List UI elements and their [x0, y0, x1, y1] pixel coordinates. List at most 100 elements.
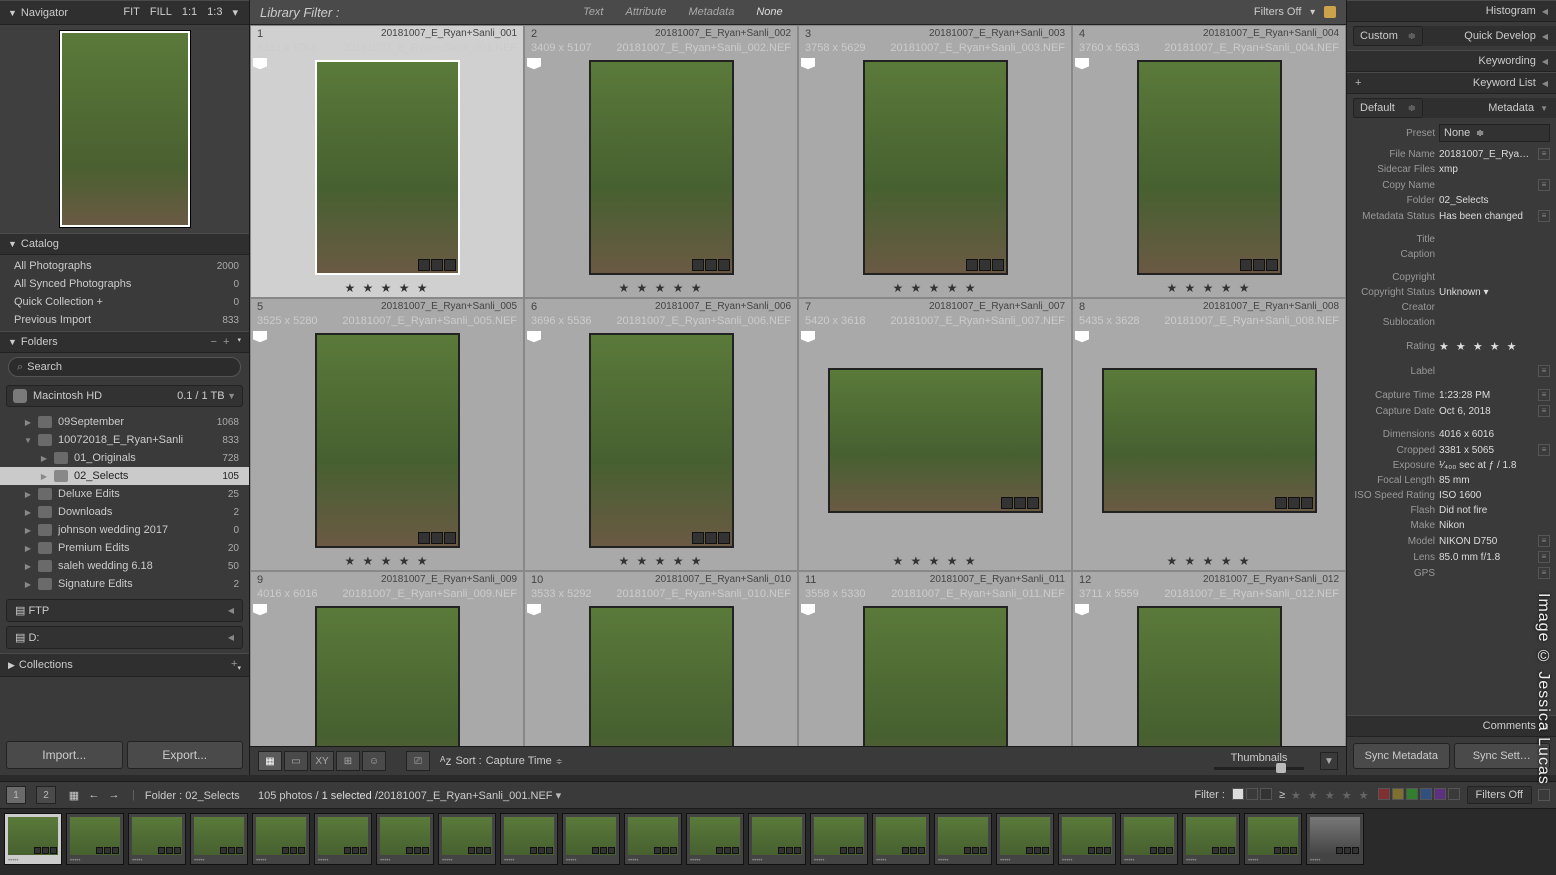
filmstrip-thumb[interactable]: ••••• [314, 813, 372, 865]
folder-item[interactable]: ▼10072018_E_Ryan+Sanli833 [0, 431, 249, 449]
folder-item[interactable]: ▶01_Originals728 [0, 449, 249, 467]
grid-cell[interactable]: 520181007_E_Ryan+Sanli_0053525 x 5280201… [250, 298, 524, 571]
folder-search[interactable]: Search [8, 357, 241, 377]
thumbnail-image[interactable] [863, 60, 1008, 275]
navigator-header[interactable]: ▼Navigator FITFILL1:11:3▾ [0, 0, 249, 25]
metadata-value[interactable]: 1:23:28 PM [1439, 390, 1534, 401]
goto-icon[interactable]: ≡ [1538, 179, 1550, 191]
view-mode-buttons[interactable]: ▦ ▭ XY ⊞ ☺ [258, 751, 386, 771]
flag-filter-icons[interactable] [1231, 788, 1273, 803]
thumbnail-image[interactable] [1137, 606, 1282, 746]
thumbnail-image[interactable] [863, 606, 1008, 746]
filmstrip-thumb[interactable]: ••••• [1306, 813, 1364, 865]
folder-item[interactable]: ▶Deluxe Edits25 [0, 485, 249, 503]
thumbnail-image[interactable] [315, 60, 460, 275]
filmstrip-thumb[interactable]: ••••• [1120, 813, 1178, 865]
rating-stars[interactable]: ★ ★ ★ ★ ★ [251, 279, 523, 297]
export-button[interactable]: Export... [127, 741, 244, 769]
metadata-value[interactable]: Did not fire [1439, 505, 1550, 516]
secondary-nav-icons[interactable]: ▦←→ [66, 789, 122, 802]
histogram-header[interactable]: Histogram [1347, 0, 1556, 22]
drive-row[interactable]: ▤ D: [6, 626, 243, 649]
grid-cell[interactable]: 420181007_E_Ryan+Sanli_0043760 x 5633201… [1072, 25, 1346, 298]
filmstrip-thumb[interactable]: ••••• [190, 813, 248, 865]
rating-compare-icon[interactable]: ≥ [1279, 789, 1285, 801]
navigator-preview[interactable] [0, 25, 249, 233]
thumbnail-image[interactable] [589, 60, 734, 275]
drive-row[interactable]: ▤ FTP [6, 599, 243, 622]
filmstrip-thumb[interactable]: ••••• [438, 813, 496, 865]
grid-cell[interactable]: 220181007_E_Ryan+Sanli_0023409 x 5107201… [524, 25, 798, 298]
rating-stars[interactable]: ★ ★ ★ ★ ★ [799, 279, 1071, 297]
metadata-value[interactable]: Has been changed [1439, 211, 1534, 222]
filmstrip-thumb[interactable]: ••••• [624, 813, 682, 865]
metadata-preset-dropdown[interactable]: Default [1353, 98, 1423, 118]
metadata-value[interactable]: 02_Selects [1439, 195, 1550, 206]
filmstrip-thumb[interactable]: ••••• [810, 813, 868, 865]
grid-cell[interactable]: 920181007_E_Ryan+Sanli_0094016 x 6016201… [250, 571, 524, 746]
thumbnail-image[interactable] [1102, 368, 1317, 513]
metadata-value[interactable]: ISO 1600 [1439, 490, 1550, 501]
thumbnail-image[interactable] [315, 333, 460, 548]
metadata-value[interactable]: 4016 x 6016 [1439, 429, 1550, 440]
survey-view-icon[interactable]: ⊞ [336, 751, 360, 771]
goto-icon[interactable]: ≡ [1538, 389, 1550, 401]
filters-off-label[interactable]: Filters Off [1254, 6, 1301, 18]
folder-item[interactable]: ▶Premium Edits20 [0, 539, 249, 557]
filmstrip-thumb[interactable]: ••••• [4, 813, 62, 865]
rating-stars[interactable]: ★ ★ ★ ★ ★ [251, 552, 523, 570]
catalog-header[interactable]: ▼Catalog [0, 233, 249, 255]
filter-text[interactable]: Text [577, 4, 609, 20]
filmstrip-thumb[interactable]: ••••• [562, 813, 620, 865]
filter-metadata[interactable]: Metadata [682, 4, 740, 20]
filmstrip-thumb[interactable]: ••••• [686, 813, 744, 865]
sort-value[interactable]: Capture Time [486, 755, 552, 767]
thumbnail-size[interactable]: Thumbnails [1214, 752, 1304, 770]
metadata-value[interactable]: 3381 x 5065 [1439, 445, 1534, 456]
filter-none[interactable]: None [750, 4, 788, 20]
color-filter-icons[interactable] [1377, 788, 1461, 803]
catalog-item[interactable]: Previous Import833 [0, 311, 249, 329]
toolbar-menu-icon[interactable]: ▼ [1320, 752, 1338, 770]
thumbnail-image[interactable] [1137, 60, 1282, 275]
grid-cell[interactable]: 820181007_E_Ryan+Sanli_0085435 x 3628201… [1072, 298, 1346, 571]
filmstrip-thumb[interactable]: ••••• [996, 813, 1054, 865]
goto-icon[interactable]: ≡ [1538, 148, 1550, 160]
rating-stars[interactable]: ★ ★ ★ ★ ★ [1073, 552, 1345, 570]
metadata-header[interactable]: Metadata [1423, 98, 1556, 118]
window-2-icon[interactable]: 2 [36, 786, 56, 804]
flag-icon[interactable] [527, 58, 541, 72]
people-view-icon[interactable]: ☺ [362, 751, 386, 771]
goto-icon[interactable]: ≡ [1538, 210, 1550, 222]
goto-icon[interactable]: ≡ [1538, 365, 1550, 377]
keywording-header[interactable]: Keywording [1347, 50, 1556, 72]
filmstrip-thumb[interactable]: ••••• [1244, 813, 1302, 865]
flag-icon[interactable] [527, 604, 541, 618]
folder-item[interactable]: ▶09September1068 [0, 413, 249, 431]
sync-metadata-button[interactable]: Sync Metadata [1353, 743, 1450, 769]
goto-icon[interactable]: ≡ [1538, 405, 1550, 417]
thumbnail-image[interactable] [589, 606, 734, 746]
goto-icon[interactable]: ≡ [1538, 567, 1550, 579]
flag-icon[interactable] [801, 58, 815, 72]
lock-icon[interactable] [1324, 6, 1336, 18]
metadata-value[interactable]: Nikon [1439, 520, 1550, 531]
grid-view-icon[interactable]: ▦ [258, 751, 282, 771]
import-button[interactable]: Import... [6, 741, 123, 769]
filmstrip-thumb[interactable]: ••••• [252, 813, 310, 865]
flag-icon[interactable] [801, 331, 815, 345]
filmstrip-thumb[interactable]: ••••• [128, 813, 186, 865]
flag-icon[interactable] [527, 331, 541, 345]
rating-filter[interactable]: ★ ★ ★ ★ ★ [1291, 789, 1371, 802]
thumbnail-image[interactable] [828, 368, 1043, 513]
goto-icon[interactable]: ≡ [1538, 535, 1550, 547]
flag-icon[interactable] [253, 331, 267, 345]
metadata-value[interactable]: ★ ★ ★ ★ ★ [1439, 340, 1550, 353]
filmstrip-thumb[interactable]: ••••• [500, 813, 558, 865]
thumbnail-slider[interactable] [1214, 767, 1304, 770]
catalog-item[interactable]: All Photographs2000 [0, 257, 249, 275]
metadata-value[interactable]: 20181007_E_Ryan+Sanli_001.NEF [1439, 149, 1534, 160]
filmstrip-thumb[interactable]: ••••• [376, 813, 434, 865]
thumbnail-grid[interactable]: 120181007_E_Ryan+Sanli_0013381 x 5065201… [250, 25, 1346, 746]
filmstrip-thumb[interactable]: ••••• [1182, 813, 1240, 865]
